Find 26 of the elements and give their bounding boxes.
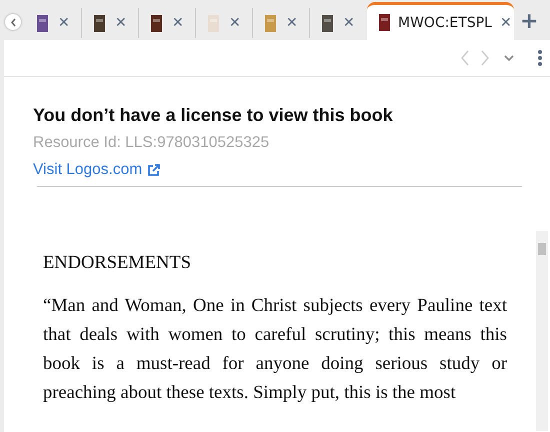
section-heading: ENDORSEMENTS	[43, 253, 192, 274]
endorsement-text: “Man and Woman, One in Christ subjects every Pauline text that deals with women to careful scrutiny; this means this book is a must-read for anyone doing serious study or preaching about these texts. Simply put, this is the most	[43, 295, 507, 405]
tab[interactable]: ✕	[310, 8, 367, 38]
tab[interactable]: MWOC:ETSPL ✕	[367, 2, 514, 40]
close-tab-button[interactable]: ✕	[115, 15, 127, 31]
scroll-left-button[interactable]	[5, 14, 21, 30]
scrollbar[interactable]	[536, 231, 548, 431]
new-tab-button[interactable]: +	[520, 9, 538, 34]
chevron-left-icon	[10, 18, 16, 26]
close-tab-button[interactable]: ✕	[286, 15, 298, 31]
tab[interactable]: ✕	[139, 8, 196, 38]
close-tab-button[interactable]: ✕	[172, 15, 184, 31]
tab[interactable]: ✕	[196, 8, 253, 38]
license-message: You don’t have a license to view this book	[33, 105, 394, 126]
close-tab-button[interactable]: ✕	[500, 14, 512, 30]
tab[interactable]: ✕	[25, 8, 82, 38]
tab[interactable]: ✕	[253, 8, 310, 38]
close-tab-button[interactable]: ✕	[343, 15, 355, 31]
close-tab-button[interactable]: ✕	[58, 15, 70, 31]
tab[interactable]: ✕	[82, 8, 139, 38]
more-icon[interactable]	[538, 50, 542, 66]
external-link-icon	[147, 164, 160, 176]
visit-link[interactable]: Visit Logos.com	[33, 161, 160, 179]
resource-id: Resource Id: LLS:9780310525325	[33, 134, 270, 152]
close-tab-button[interactable]: ✕	[229, 15, 241, 31]
chevron-down-icon[interactable]	[504, 54, 514, 62]
